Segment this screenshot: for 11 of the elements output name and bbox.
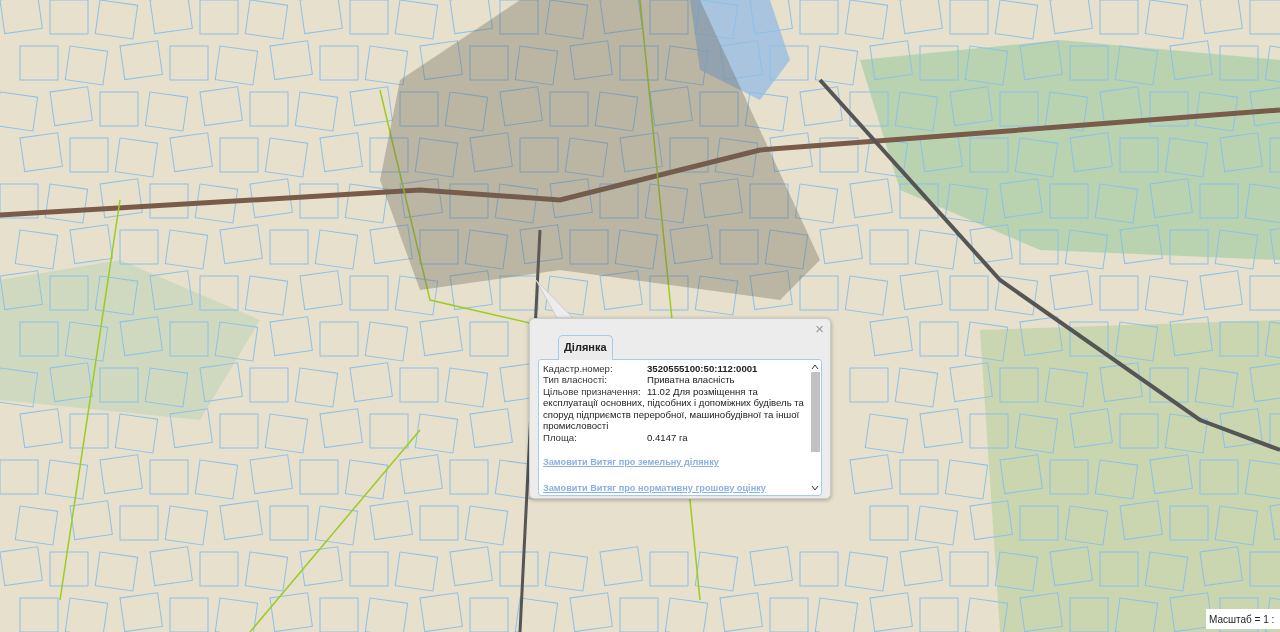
close-button[interactable]: × (813, 321, 826, 336)
property-row-text: Тип власності: Приватна власність (543, 374, 736, 386)
scale-label: Масштаб = 1 : (1206, 609, 1280, 629)
scroll-up-icon[interactable] (811, 363, 819, 370)
popup-tab[interactable]: Ділянка (558, 335, 613, 360)
property-row: Цільове призначення: 11.02 Для розміщення та експлуатації основних, підсобних і допоміжних будівель та споруд підприємств переробної, машинобудівної та іншої промисловості (543, 385, 805, 432)
scroll-down-icon[interactable] (811, 484, 819, 491)
property-row-text: Площа: 0.4147 га (543, 431, 689, 443)
property-row-text: Кадастр.номер: 3520555100:50:112:0001 (543, 362, 759, 374)
order-extract-link[interactable]: Замовити Витяг про земельну ділянку (543, 457, 719, 469)
order-extract-link[interactable]: Замовити Витяг про нормативну грошову оцінку (543, 482, 766, 494)
